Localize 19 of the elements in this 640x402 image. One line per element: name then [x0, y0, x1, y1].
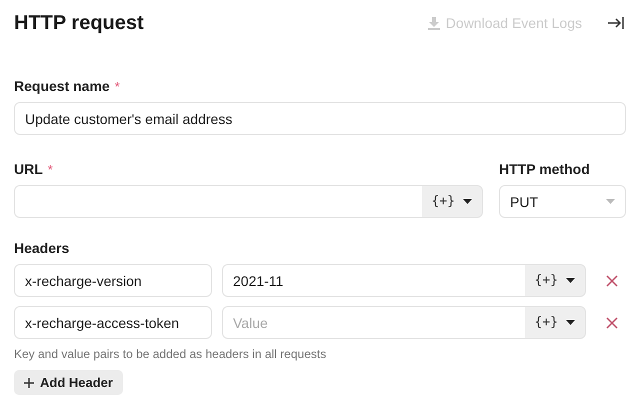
- add-header-button[interactable]: Add Header: [14, 370, 123, 395]
- panel-title: HTTP request: [14, 12, 145, 34]
- header-key-field[interactable]: x-recharge-access-token: [14, 306, 212, 339]
- arrow-to-line-icon: [608, 17, 624, 29]
- download-icon: [428, 16, 440, 30]
- plus-icon: [24, 378, 34, 388]
- caret-icon: [606, 199, 615, 204]
- field-label: HTTP method: [499, 161, 590, 177]
- header-key-field[interactable]: x-recharge-version: [14, 264, 212, 297]
- http-method-select[interactable]: PUT: [499, 185, 626, 218]
- request-name-field[interactable]: Update customer's email address: [14, 102, 626, 135]
- field-label: Request name: [14, 78, 110, 94]
- field-label: Headers: [14, 240, 70, 256]
- required-mark: *: [114, 78, 120, 94]
- close-icon: [606, 316, 618, 328]
- close-icon: [606, 274, 618, 286]
- field-label: URL: [14, 161, 43, 177]
- hint-text: Key and value pairs to be added as headers in all requests: [14, 347, 328, 361]
- required-mark: *: [48, 162, 53, 176]
